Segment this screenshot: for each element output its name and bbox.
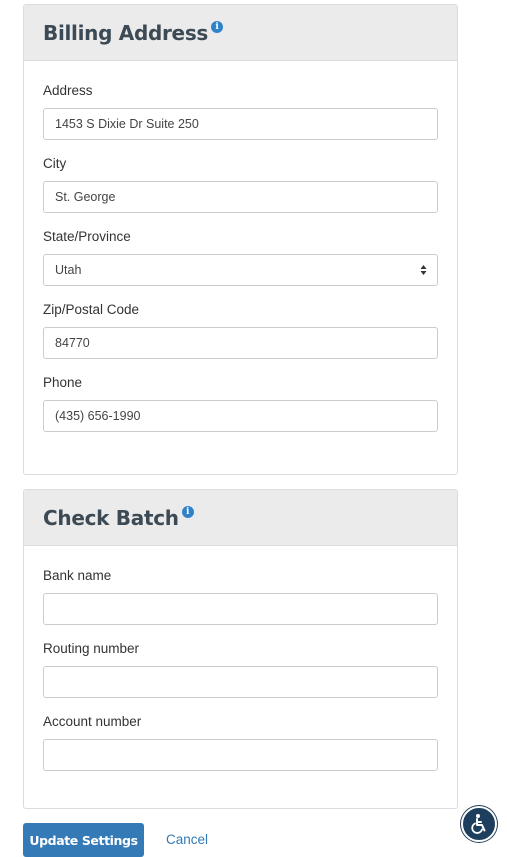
account-number-group: Account number bbox=[43, 714, 438, 771]
phone-input[interactable] bbox=[43, 400, 438, 432]
info-icon[interactable]: i bbox=[211, 20, 224, 33]
zip-input[interactable] bbox=[43, 327, 438, 359]
check-batch-title: Check Batch bbox=[43, 505, 179, 530]
state-group: State/Province Utah bbox=[43, 229, 438, 286]
city-input[interactable] bbox=[43, 181, 438, 213]
account-number-label: Account number bbox=[43, 714, 142, 729]
routing-number-label: Routing number bbox=[43, 641, 140, 656]
cancel-link[interactable]: Cancel bbox=[166, 832, 208, 847]
zip-label: Zip/Postal Code bbox=[43, 302, 140, 317]
address-input[interactable] bbox=[43, 108, 438, 140]
bank-name-input[interactable] bbox=[43, 593, 438, 625]
check-batch-header: Check Batch i bbox=[24, 490, 457, 546]
check-batch-panel: Check Batch i Bank name Routing number A… bbox=[23, 489, 458, 809]
state-label: State/Province bbox=[43, 229, 131, 244]
wheelchair-accessibility-icon bbox=[471, 814, 486, 834]
check-batch-body: Bank name Routing number Account number bbox=[24, 546, 457, 771]
billing-address-panel: Billing Address i Address City State/Pro… bbox=[23, 4, 458, 475]
account-number-input[interactable] bbox=[43, 739, 438, 771]
address-label: Address bbox=[43, 83, 93, 98]
bank-name-group: Bank name bbox=[43, 568, 438, 625]
city-label: City bbox=[43, 156, 67, 171]
address-group: Address bbox=[43, 83, 438, 140]
city-group: City bbox=[43, 156, 438, 213]
chevron-up-down-icon bbox=[420, 265, 427, 275]
phone-label: Phone bbox=[43, 375, 83, 390]
billing-address-title: Billing Address bbox=[43, 20, 209, 45]
routing-number-group: Routing number bbox=[43, 641, 438, 698]
billing-address-body: Address City State/Province Utah Zip/Pos… bbox=[24, 61, 457, 432]
state-select[interactable]: Utah bbox=[43, 254, 438, 286]
zip-group: Zip/Postal Code bbox=[43, 302, 438, 359]
phone-group: Phone bbox=[43, 375, 438, 432]
routing-number-input[interactable] bbox=[43, 666, 438, 698]
state-selected-value: Utah bbox=[55, 263, 82, 277]
accessibility-button[interactable] bbox=[461, 806, 497, 842]
billing-address-header: Billing Address i bbox=[24, 5, 457, 61]
info-icon[interactable]: i bbox=[181, 505, 194, 518]
bank-name-label: Bank name bbox=[43, 568, 112, 583]
